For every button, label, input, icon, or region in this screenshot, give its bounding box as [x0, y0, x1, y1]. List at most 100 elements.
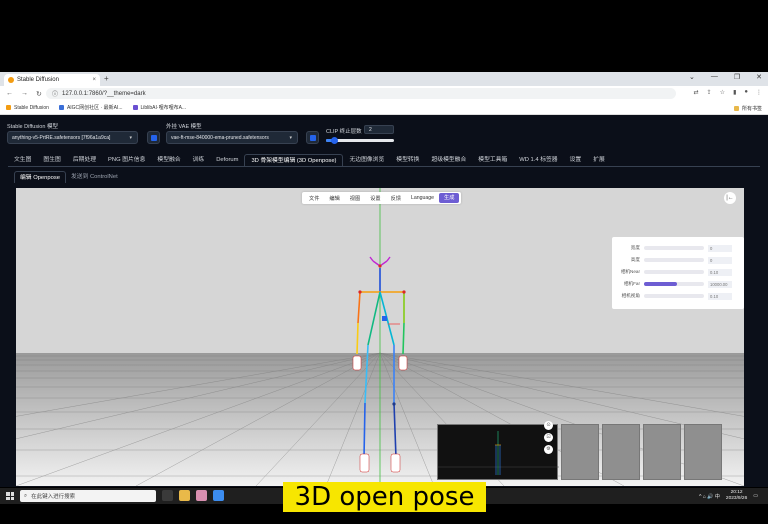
tab-edit-openpose[interactable]: 编辑 Openpose: [14, 171, 66, 183]
pose-thumbnail[interactable]: [643, 424, 681, 480]
more-icon[interactable]: ⋮: [756, 89, 762, 96]
clip-slider-thumb[interactable]: [331, 137, 338, 144]
pose-thumbnail[interactable]: [684, 424, 722, 480]
param-value-input[interactable]: 0.10: [708, 268, 732, 276]
sd-model-dropdown[interactable]: anything-v5-PrtRE.safetensors [7f96a1a9c…: [7, 131, 138, 144]
close-window-button[interactable]: ✕: [756, 73, 762, 81]
windows-start-icon[interactable]: [6, 492, 14, 500]
address-icons: ⇄ ⇪ ☆ ▮ ● ⋮: [694, 89, 762, 96]
param-value-input[interactable]: 0: [708, 244, 732, 252]
browser-tab[interactable]: Stable Diffusion ×: [4, 74, 100, 86]
info-icon[interactable]: ⓘ: [52, 89, 58, 98]
refresh-vae-button[interactable]: [306, 131, 319, 144]
translate-icon[interactable]: ⇄: [694, 89, 699, 96]
tab-img2img[interactable]: 图生图: [37, 154, 66, 166]
param-label: 高度: [630, 257, 640, 262]
tab-model-convert[interactable]: 模型转换: [390, 154, 425, 166]
tab-extras[interactable]: 后期处理: [67, 154, 102, 166]
preview-camera-icon[interactable]: ⊡: [544, 433, 553, 442]
preview-lock-icon[interactable]: ⊙: [544, 421, 553, 430]
tab-image-browser[interactable]: 无边图像浏览: [343, 154, 390, 166]
param-slider[interactable]: [644, 258, 704, 262]
vae-dropdown[interactable]: vae-ft-mse-840000-ema-pruned.safetensors…: [166, 131, 298, 144]
bookmark-item[interactable]: AIGC网创社区 · 最新AI...: [58, 104, 123, 111]
tab-3d-openpose[interactable]: 3D 骨架模型编辑 (3D Openpose): [244, 154, 344, 166]
vae-label: 外挂 VAE 模型: [166, 124, 202, 130]
param-slider[interactable]: [644, 270, 704, 274]
tab-deforum[interactable]: Deforum: [210, 154, 244, 166]
clip-slider[interactable]: [326, 137, 394, 144]
bookmark-icon: [132, 105, 138, 110]
param-value-input[interactable]: 0.10: [708, 292, 732, 300]
maximize-button[interactable]: ❐: [734, 73, 740, 81]
taskbar-search-input[interactable]: ⌕ 在此键入进行搜索: [20, 490, 156, 502]
tab-extensions[interactable]: 扩展: [587, 154, 611, 166]
bookmark-label: AIGC网创社区 · 最新AI...: [66, 105, 123, 111]
star-icon[interactable]: ☆: [720, 89, 725, 96]
bookmark-icon: [58, 105, 64, 110]
pose-thumbnail[interactable]: [561, 424, 599, 480]
close-tab-icon[interactable]: ×: [92, 77, 96, 83]
preview-settings-icon[interactable]: ⚙: [544, 445, 553, 454]
refresh-icon: [150, 134, 157, 141]
param-slider[interactable]: [644, 246, 704, 250]
url-field[interactable]: ⓘ 127.0.0.1:7860/?__theme=dark: [46, 88, 676, 99]
profile-icon[interactable]: ●: [744, 89, 748, 96]
forward-icon[interactable]: →: [21, 90, 28, 97]
chrome-icon[interactable]: [213, 490, 224, 501]
param-slider[interactable]: [644, 282, 704, 286]
menu-file[interactable]: 文件: [304, 195, 324, 202]
new-tab-button[interactable]: +: [104, 74, 109, 83]
main-tabs: 文生图 图生图 后期处理 PNG 图片信息 模型融合 训练 Deforum 3D…: [8, 154, 611, 166]
param-slider-fill: [644, 282, 677, 286]
sidepanel-icon[interactable]: ▮: [733, 89, 736, 96]
refresh-models-button[interactable]: [147, 131, 160, 144]
tab-png-info[interactable]: PNG 图片信息: [102, 154, 151, 166]
menu-edit[interactable]: 编辑: [324, 195, 344, 202]
param-value-input[interactable]: 0: [708, 256, 732, 264]
tab-merge[interactable]: 模型融合: [151, 154, 186, 166]
param-slider[interactable]: [644, 294, 704, 298]
notification-icon[interactable]: ▭: [753, 493, 758, 499]
chevron-down-icon: ▾: [289, 135, 292, 141]
refresh-icon: [309, 134, 316, 141]
file-explorer-icon[interactable]: [179, 490, 190, 501]
tab-txt2img[interactable]: 文生图: [8, 154, 37, 166]
tab-divider: [8, 166, 760, 167]
bookmark-item[interactable]: Stable Diffusion: [6, 105, 49, 111]
sd-model-label: Stable Diffusion 模型: [7, 124, 58, 130]
collapse-panel-icon[interactable]: |←: [724, 192, 736, 204]
minimize-button[interactable]: —: [711, 73, 718, 81]
param-label: 相机Far: [623, 281, 640, 286]
share-icon[interactable]: ⇪: [707, 89, 712, 96]
menu-feedback[interactable]: 反馈: [386, 195, 406, 202]
clip-label: CLIP 终止层数: [326, 129, 362, 135]
bookmark-label: LiblibAI·哩布哩布A...: [140, 105, 187, 111]
openpose-3d-viewport[interactable]: 文件 编辑 视图 设置 反馈 Language 生成 |← 宽度 0 高度 0 …: [16, 188, 744, 486]
clock[interactable]: 20:12 2023/9/26: [726, 490, 747, 502]
menu-settings[interactable]: 设置: [365, 195, 385, 202]
back-icon[interactable]: ←: [6, 90, 13, 97]
param-value-input[interactable]: 10000.00: [708, 280, 732, 288]
bookmark-item[interactable]: LiblibAI·哩布哩布A...: [132, 104, 187, 111]
menu-view[interactable]: 视图: [345, 195, 365, 202]
menu-language[interactable]: Language: [406, 195, 439, 201]
param-row-fov: 相机视角 0.10: [616, 290, 740, 302]
tab-send-controlnet[interactable]: 发送到 ControlNet: [66, 171, 123, 183]
tab-model-toolkit[interactable]: 模型工具箱: [472, 154, 513, 166]
param-row-far: 相机Far 10000.00: [616, 278, 740, 290]
tab-train[interactable]: 训练: [187, 154, 211, 166]
clip-number-input[interactable]: 2: [364, 125, 394, 134]
taskview-icon[interactable]: [162, 490, 173, 501]
all-bookmarks[interactable]: 所有书签: [733, 105, 762, 112]
editor-menu-bar: 文件 编辑 视图 设置 反馈 Language 生成: [302, 192, 462, 204]
tab-search-button[interactable]: ⌄: [689, 73, 695, 81]
tab-wd14-tagger[interactable]: WD 1.4 标签器: [513, 154, 563, 166]
app-icon[interactable]: [196, 490, 207, 501]
generate-button[interactable]: 生成: [439, 193, 460, 203]
reload-icon[interactable]: ↻: [36, 90, 42, 98]
pose-thumbnail[interactable]: [602, 424, 640, 480]
tab-supermerger[interactable]: 超级模型融合: [425, 154, 472, 166]
tab-settings[interactable]: 设置: [564, 154, 588, 166]
tray-icons[interactable]: ^ ⌂ 🔊 中: [699, 493, 720, 500]
